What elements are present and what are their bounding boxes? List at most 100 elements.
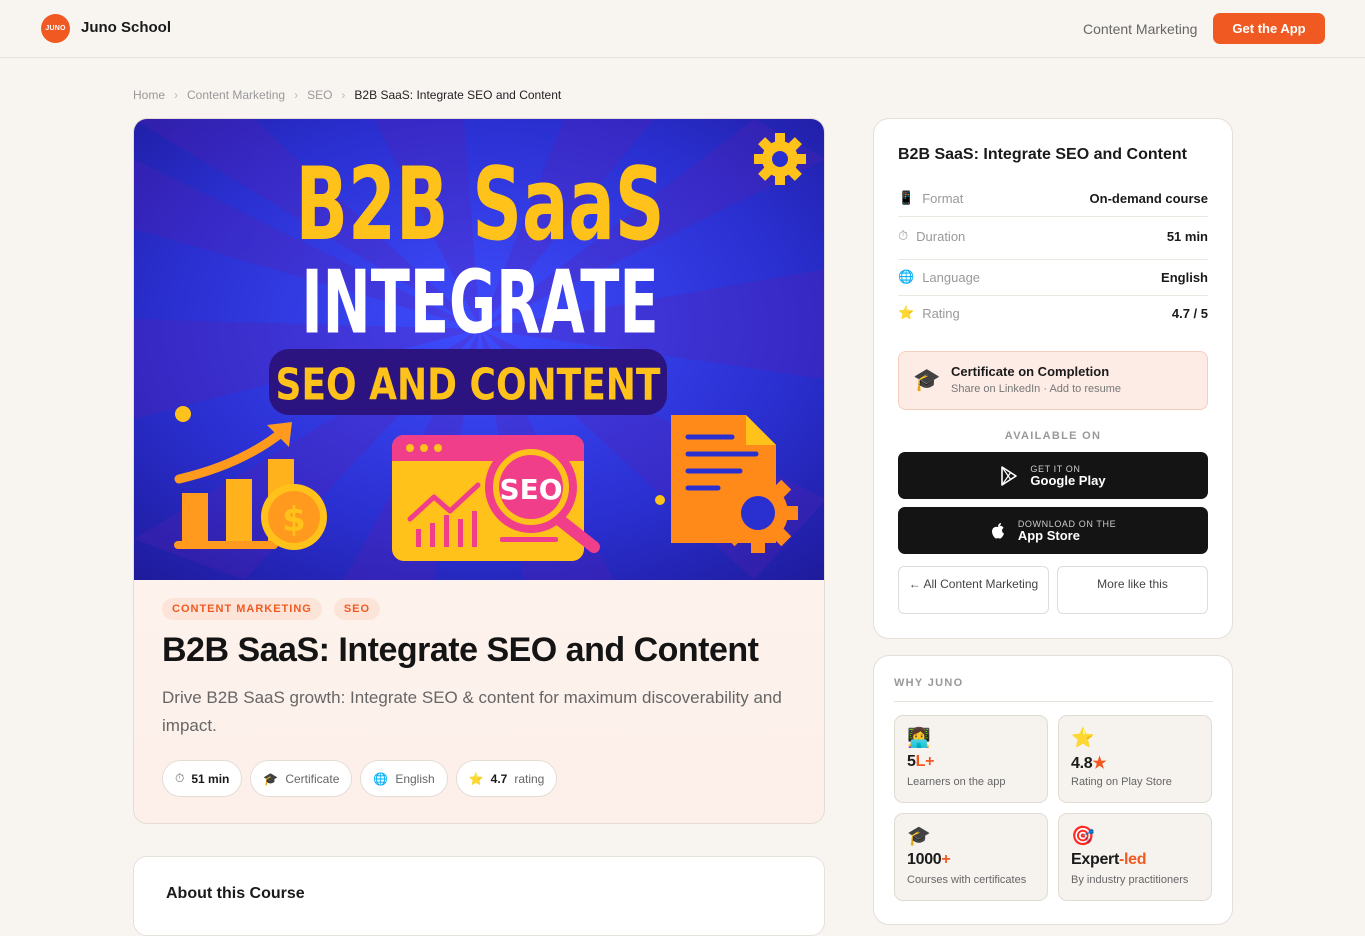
- svg-text:SEO: SEO: [499, 473, 562, 506]
- certificate-subtitle: Share on LinkedIn · Add to resume: [951, 383, 1121, 395]
- learner-icon: 👩‍💻: [907, 728, 931, 749]
- app-store-big: App Store: [1017, 527, 1080, 543]
- stat-rating: ⭐ 4.8★ Rating on Play Store: [1058, 715, 1212, 803]
- course-meta-chips: ⏱ 51 min 🎓 Certificate 🌐 English ⭐ 4.7 r…: [162, 760, 558, 797]
- chip-duration-value: 51 min: [191, 771, 230, 786]
- available-on-label: AVAILABLE ON: [1004, 430, 1102, 442]
- course-banner-image: B2B SaaS INTEGRATE SEO AND CONTENT $ SEO: [134, 119, 824, 580]
- breadcrumb-current: B2B SaaS: Integrate SEO and Content: [354, 88, 562, 102]
- apple-icon: [991, 522, 1004, 539]
- stopwatch-icon: ⏱: [175, 771, 185, 785]
- google-play-small: GET IT ON: [1030, 463, 1081, 474]
- info-row-rating: ⭐ Rating 4.7 / 5: [898, 305, 1208, 321]
- stat-label: Rating on Play Store: [1071, 776, 1172, 788]
- google-play-button[interactable]: GET IT ON Google Play: [898, 452, 1208, 499]
- why-juno-card: WHY JUNO 👩‍💻 5L+ Learners on the app ⭐ 4…: [873, 655, 1233, 925]
- chip-certificate-label: Certificate: [285, 771, 340, 786]
- star-icon: ⭐: [898, 305, 915, 320]
- certificate-callout: 🎓 Certificate on Completion Share on Lin…: [898, 351, 1208, 410]
- about-course-heading: About this Course: [166, 885, 305, 902]
- chip-language-label: English: [395, 771, 435, 786]
- info-key: Rating: [922, 305, 960, 321]
- banner-line1: B2B SaaS: [295, 147, 664, 264]
- divider: [898, 216, 1208, 217]
- divider: [894, 701, 1213, 702]
- info-value: 4.7 / 5: [1171, 305, 1208, 321]
- stat-accent: ★: [1092, 755, 1107, 772]
- brand-name[interactable]: Juno School: [81, 19, 171, 36]
- stat-number: 4.8: [1071, 755, 1093, 772]
- why-juno-heading: WHY JUNO: [894, 677, 964, 689]
- info-row-language: 🌐 Language English: [898, 269, 1208, 285]
- chip-rating-label: rating: [514, 771, 545, 786]
- all-content-marketing-button[interactable]: ← All Content Marketing: [898, 566, 1049, 614]
- breadcrumb-home[interactable]: Home: [133, 88, 165, 102]
- google-play-big: Google Play: [1030, 472, 1106, 488]
- star-icon: ⭐: [468, 771, 484, 786]
- gear-icon: [754, 133, 806, 185]
- star-icon: ⭐: [1071, 728, 1095, 749]
- top-navbar: JUNO Juno School Content Marketing Get t…: [0, 0, 1365, 58]
- stat-courses: 🎓 1000+ Courses with certificates: [894, 813, 1048, 901]
- stat-accent: L+: [915, 753, 935, 770]
- chip-language: 🌐 English: [360, 760, 448, 797]
- svg-text:$: $: [282, 500, 306, 540]
- get-the-app-button[interactable]: Get the App: [1213, 13, 1325, 44]
- chip-certificate: 🎓 Certificate: [250, 760, 353, 797]
- stat-expert-led: 🎯 Expert-led By industry practitioners: [1058, 813, 1212, 901]
- stopwatch-icon: ⏱: [898, 228, 909, 243]
- breadcrumb-separator-icon: ›: [174, 88, 179, 102]
- course-subtitle: Drive B2B SaaS growth: Integrate SEO & c…: [162, 688, 782, 735]
- chip-rating-value: 4.7: [490, 771, 508, 786]
- divider: [898, 259, 1208, 260]
- seo-browser-icon: SEO: [392, 435, 600, 561]
- course-hero-card: B2B SaaS INTEGRATE SEO AND CONTENT $ SEO…: [133, 118, 825, 824]
- tag-content-marketing[interactable]: CONTENT MARKETING: [162, 598, 322, 620]
- info-row-duration: ⏱ Duration 51 min: [898, 228, 1208, 244]
- summary-title: B2B SaaS: Integrate SEO and Content: [898, 146, 1187, 163]
- banner-line2: INTEGRATE: [301, 252, 658, 354]
- info-key: Format: [922, 190, 964, 206]
- stat-number: 5: [907, 753, 916, 770]
- more-like-this-button[interactable]: More like this: [1057, 566, 1208, 614]
- stat-learners: 👩‍💻 5L+ Learners on the app: [894, 715, 1048, 803]
- breadcrumb-separator-icon: ›: [341, 88, 346, 102]
- info-value: English: [1161, 269, 1208, 285]
- app-store-button[interactable]: DOWNLOAD ON THE App Store: [898, 507, 1208, 554]
- certificate-title: Certificate on Completion: [951, 364, 1110, 379]
- divider: [898, 295, 1208, 296]
- tag-seo[interactable]: SEO: [333, 598, 381, 620]
- breadcrumb: Home › Content Marketing › SEO › B2B Saa…: [133, 88, 561, 102]
- chip-rating: ⭐ 4.7 rating: [455, 760, 558, 797]
- stat-accent: -led: [1119, 851, 1147, 868]
- globe-icon: 🌐: [373, 771, 389, 786]
- course-title: B2B SaaS: Integrate SEO and Content: [162, 631, 759, 669]
- nav-content-marketing-link[interactable]: Content Marketing: [1083, 21, 1197, 37]
- info-row-format: 📱 Format On-demand course: [898, 190, 1208, 206]
- info-value: On-demand course: [1089, 190, 1208, 206]
- chip-duration: ⏱ 51 min: [162, 760, 243, 797]
- globe-icon: 🌐: [898, 269, 915, 284]
- juno-logo[interactable]: JUNO: [41, 14, 70, 43]
- grad-cap-icon: 🎓: [913, 367, 941, 392]
- google-play-icon: [1001, 465, 1018, 486]
- about-course-card: About this Course: [133, 856, 825, 936]
- stat-number: Expert: [1071, 851, 1119, 868]
- stat-label: By industry practitioners: [1071, 874, 1189, 886]
- target-icon: 🎯: [1071, 826, 1095, 847]
- stat-label: Learners on the app: [907, 776, 1006, 788]
- grad-cap-icon: 🎓: [907, 826, 931, 847]
- course-tags: CONTENT MARKETING SEO: [162, 598, 381, 620]
- breadcrumb-content-marketing[interactable]: Content Marketing: [187, 88, 285, 102]
- stat-label: Courses with certificates: [907, 874, 1027, 886]
- stat-accent: +: [941, 851, 951, 868]
- breadcrumb-seo[interactable]: SEO: [307, 88, 332, 102]
- info-value: 51 min: [1166, 228, 1208, 244]
- mobile-icon: 📱: [898, 190, 915, 205]
- app-store-small: DOWNLOAD ON THE: [1017, 518, 1117, 529]
- info-key: Duration: [916, 228, 966, 244]
- info-key: Language: [922, 269, 981, 285]
- banner-line3: SEO AND CONTENT: [276, 360, 661, 410]
- grad-cap-icon: 🎓: [263, 771, 279, 786]
- stat-number: 1000: [907, 851, 942, 868]
